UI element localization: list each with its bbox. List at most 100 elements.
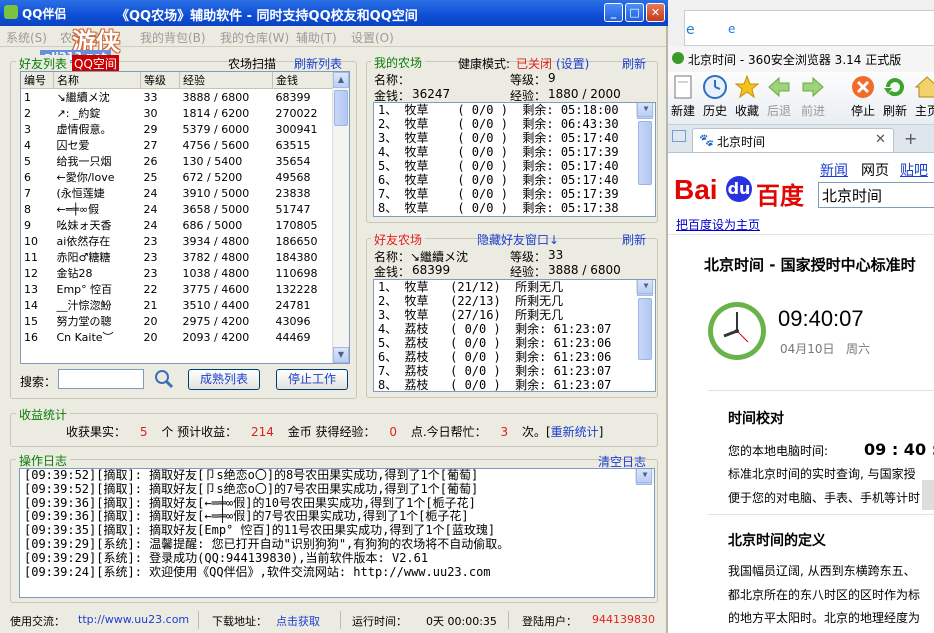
table-row[interactable]: 8 ←═╪∞假 24 3658 / 5000 51747 [21, 201, 335, 217]
table-row[interactable]: 6 ←愛你/love 25 672 / 5200 49568 [21, 169, 335, 185]
toolbar-stop-label: 停止 [850, 104, 875, 118]
friend-table[interactable]: 编号 名称 等级 经验 金钱 1 ↘繼續メ沈 33 3888 / 6800 68399 2… [20, 71, 350, 364]
plot-item[interactable]: 6、 牧草 ( 0/0 ) 剩余: 05:17:40 [376, 173, 655, 187]
tab-qzone[interactable]: QQ空间 [72, 55, 119, 72]
plot-item[interactable]: 6、 荔枝 ( 0/0 ) 剩余: 61:23:06 [376, 350, 655, 364]
table-cell: 23 [143, 250, 158, 264]
log-line[interactable]: [09:39:35][摘取]: 摘取好友[Emp° 悾百]的11号农田果实成功,… [22, 523, 654, 538]
my-farm-scrollbar[interactable]: ▲ ▼ [636, 103, 655, 185]
table-row[interactable]: 2 ↗: _約錠 30 1814 / 6200 270022 [21, 105, 335, 121]
toolbar-new[interactable]: 新建 [668, 74, 698, 119]
friend-farm-scrollbar[interactable]: ▲ ▼ [636, 280, 655, 360]
col-exp[interactable]: 经验 [179, 72, 273, 89]
log-line[interactable]: [09:39:29][系统]: 温馨提醒: 您已打开自动"识别狗狗",有狗狗的农… [22, 537, 654, 552]
search-input[interactable] [58, 369, 144, 389]
table-row[interactable]: 3 虚情假意。 29 5379 / 6000 300941 [21, 121, 335, 137]
exchange-url[interactable]: ttp://www.uu23.com [78, 613, 189, 626]
table-row[interactable]: 12 金钻28 23 1038 / 4800 110698 [21, 265, 335, 281]
toolbar-forward[interactable]: 前进 [796, 74, 830, 119]
toolbar-refresh[interactable]: 刷新 [880, 74, 910, 119]
tab-beijing-time[interactable]: 🐾 北京时间 ✕ [692, 128, 894, 152]
log-line[interactable]: [09:39:24][系统]: 欢迎使用《QQ伴侣》,软件交流网站: http:… [22, 565, 654, 580]
close-icon[interactable]: ✕ [646, 3, 665, 22]
col-money[interactable]: 金钱 [272, 72, 335, 89]
plot-item[interactable]: 2、 牧草 ( 0/0 ) 剩余: 06:43:30 [376, 117, 655, 131]
plot-item[interactable]: 3、 牧草 (27/16) 所剩无几 [376, 308, 655, 322]
plot-item[interactable]: 2、 牧草 (22/13) 所剩无几 [376, 294, 655, 308]
set-home-link[interactable]: 把百度设为主页 [676, 216, 760, 233]
plot-item[interactable]: 1、 牧草 (21/12) 所剩无几 [376, 280, 655, 294]
table-row[interactable]: 7 (永恒莲婕 24 3910 / 5000 23838 [21, 185, 335, 201]
plot-item[interactable]: 5、 牧草 ( 0/0 ) 剩余: 05:17:40 [376, 159, 655, 173]
farm-scan-label[interactable]: 农场扫描 [228, 55, 276, 72]
toolbar-history[interactable]: 历史 [700, 74, 730, 119]
friend-farm-refresh-link[interactable]: 刷新 [622, 231, 646, 248]
table-cell: 3510 / 4400 [182, 298, 250, 312]
plot-item[interactable]: 7、 牧草 ( 0/0 ) 剩余: 05:17:39 [376, 187, 655, 201]
tab-close-icon[interactable]: ✕ [875, 132, 886, 147]
table-row[interactable]: 5 给我一只烟 26 130 / 5400 35654 [21, 153, 335, 169]
toolbar-stop[interactable]: 停止 [848, 74, 878, 119]
hide-friend-window-link[interactable]: 隐藏好友窗口↓ [477, 231, 559, 248]
col-name[interactable]: 名称 [53, 72, 141, 89]
log-scrollbar[interactable]: ▲ ▼ [635, 469, 654, 485]
search-label: 搜索： [20, 375, 57, 389]
sidebar-toggle-icon[interactable] [672, 130, 686, 142]
plot-item[interactable]: 5、 荔枝 ( 0/0 ) 剩余: 61:23:06 [376, 336, 655, 350]
menu-warehouse[interactable]: 我的仓库(W) [220, 29, 289, 46]
minimize-icon[interactable]: _ [604, 3, 623, 22]
plot-item[interactable]: 7、 荔枝 ( 0/0 ) 剩余: 61:23:07 [376, 364, 655, 378]
table-row[interactable]: 11 赤阳♂糖糖 23 3782 / 4800 184380 [21, 249, 335, 265]
table-cell: 6 [24, 170, 31, 184]
plot-item[interactable]: 8、 荔枝 ( 0/0 ) 剩余: 61:23:07 [376, 378, 655, 391]
menu-backpack[interactable]: 我的背包(B) [140, 29, 206, 46]
stop-work-button[interactable]: 停止工作 [276, 369, 348, 390]
health-settings-link[interactable]: (设置) [556, 55, 589, 72]
col-id[interactable]: 编号 [21, 72, 54, 89]
plot-item[interactable]: 8、 牧草 ( 0/0 ) 剩余: 05:17:38 [376, 201, 655, 215]
new-tab-icon[interactable]: + [904, 129, 917, 148]
restat-link[interactable]: 重新统计 [551, 425, 599, 439]
table-row[interactable]: 1 ↘繼續メ沈 33 3888 / 6800 68399 [21, 89, 335, 106]
refresh-list-link[interactable]: 刷新列表 [294, 55, 342, 72]
table-row[interactable]: 15 努力堂の聰 20 2975 / 4200 43096 [21, 313, 335, 329]
plot-item[interactable]: 3、 牧草 ( 0/0 ) 剩余: 05:17:40 [376, 131, 655, 145]
table-cell: 170805 [275, 218, 318, 232]
toolbar-home[interactable]: 主页 [912, 74, 934, 119]
table-cell: 68399 [275, 90, 311, 104]
search-icon[interactable] [154, 369, 174, 389]
table-row[interactable]: 13 Emp° 悾百 22 3775 / 4600 132228 [21, 281, 335, 297]
log-line[interactable]: [09:39:52][摘取]: 摘取好友[卩s绝恋o〇]的8号农田果实成功,得到… [22, 469, 654, 483]
log-title: 操作日志 [16, 452, 71, 469]
baidu-search-input[interactable] [818, 182, 934, 208]
nav-web[interactable]: 网页 [861, 160, 889, 180]
my-farm-refresh-link[interactable]: 刷新 [622, 55, 646, 72]
log-line[interactable]: [09:39:52][摘取]: 摘取好友[卩s绝恋o〇]的7号农田果实成功,得到… [22, 482, 654, 497]
table-row[interactable]: 9 吆妹ォ天香 24 686 / 5000 170805 [21, 217, 335, 233]
menu-assist[interactable]: 辅助(T) [296, 29, 337, 46]
log-line[interactable]: [09:39:29][系统]: 登录成功(QQ:944139830),当前软件版… [22, 551, 654, 566]
friend-table-scrollbar[interactable]: ▲ ▼ [332, 72, 349, 363]
plot-item[interactable]: 1、 牧草 ( 0/0 ) 剩余: 05:18:00 [376, 103, 655, 117]
plot-item[interactable]: 4、 牧草 ( 0/0 ) 剩余: 05:17:39 [376, 145, 655, 159]
baidu-logo[interactable]: Bai du 百度 [674, 174, 814, 210]
nav-tieba[interactable]: 贴吧 [900, 160, 928, 180]
download-link[interactable]: 点击获取 [276, 613, 320, 629]
browser-title-area: e e [668, 0, 934, 46]
table-row[interactable]: 16 Cn Kaite︶ 20 2093 / 4200 44469 [21, 329, 335, 345]
nav-news[interactable]: 新闻 [820, 160, 848, 180]
table-row[interactable]: 14 __汁悰淴魵 21 3510 / 4400 24781 [21, 297, 335, 313]
table-row[interactable]: 10 ai依然存在 23 3934 / 4800 186650 [21, 233, 335, 249]
friend-farm-plot-list[interactable]: 1、 牧草 (21/12) 所剩无几 2、 牧草 (22/13) 所剩无几 3、 牧… [373, 279, 656, 392]
col-level[interactable]: 等级 [140, 72, 180, 89]
log-list[interactable]: [09:39:52][摘取]: 摘取好友[卩s绝恋o〇]的8号农田果实成功,得到… [19, 468, 655, 598]
mature-list-button[interactable]: 成熟列表 [188, 369, 260, 390]
my-farm-plot-list[interactable]: 1、 牧草 ( 0/0 ) 剩余: 05:18:00 2、 牧草 ( 0/0 ) … [373, 102, 656, 217]
toolbar-favorites[interactable]: 收藏 [732, 74, 762, 119]
toolbar-back[interactable]: 后退 [764, 74, 794, 119]
table-row[interactable]: 4 囚セ爱 27 4756 / 5600 63515 [21, 137, 335, 153]
menu-settings[interactable]: 设置(O) [351, 29, 394, 46]
page-scroll-marker[interactable] [922, 480, 934, 510]
maximize-icon[interactable]: □ [625, 3, 644, 22]
plot-item[interactable]: 4、 荔枝 ( 0/0 ) 剩余: 61:23:07 [376, 322, 655, 336]
